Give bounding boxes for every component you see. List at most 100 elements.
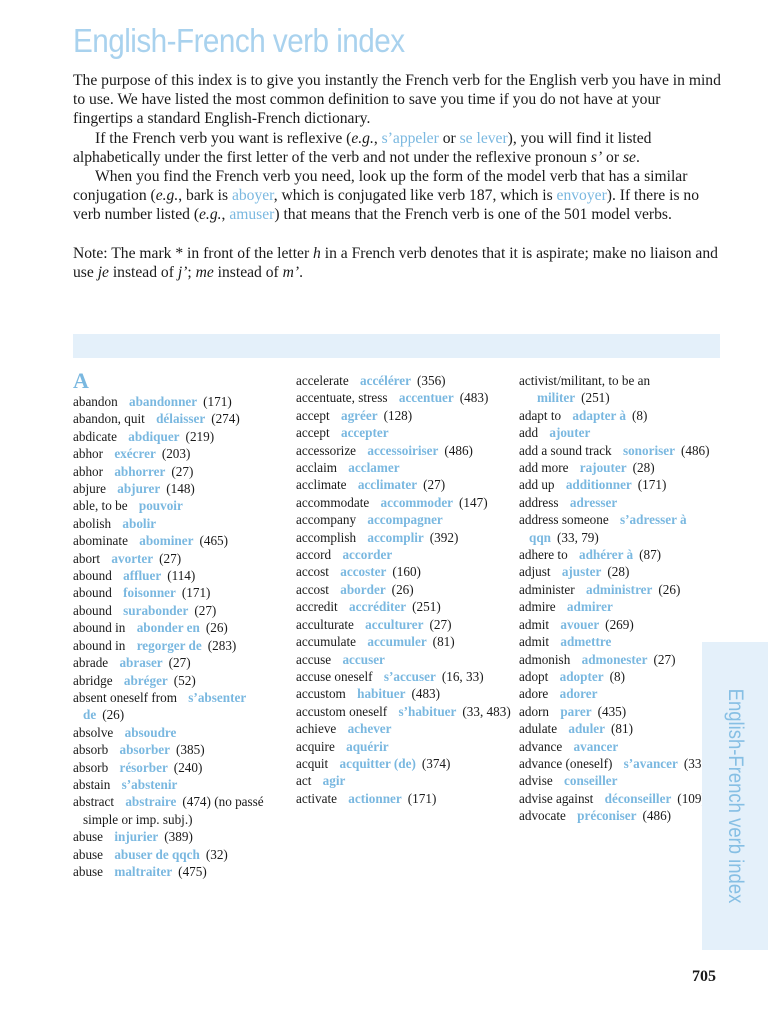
french-verb: abandonner [128,394,198,409]
index-entry: abound in abonder en (26) [73,619,288,636]
text: s’ [590,148,603,166]
english-verb: advance (oneself) [519,755,613,771]
french-verb: aborder [340,581,386,597]
english-verb: administer [519,581,575,597]
english-verb: abound [73,585,112,601]
english-verb: abound in [73,620,126,636]
french-verb: conseiller [564,773,618,789]
french-verb: affluer [123,568,162,584]
index-entry: achieve achever [296,720,511,737]
english-verb: accessorize [296,442,357,458]
french-verb: actionner [348,790,402,806]
index-entry: abhor exécrer (203) [73,445,288,462]
index-entry: accredit accréditer (251) [296,598,511,615]
intro-note: Note: The mark * in front of the letter … [73,244,723,282]
index-entry: adjust ajuster (28) [519,563,734,580]
model-verb-number: (28) [632,460,655,476]
french-verb: ajuster [561,564,602,580]
model-verb-number: (33, 483) [462,703,511,719]
french-verb: acclamer [348,460,400,476]
english-verb: accept [296,425,330,441]
french-verb: aquérir [346,738,389,754]
index-entry: acquit acquitter (de) (374) [296,755,511,772]
french-verb: abstraire [125,794,177,810]
index-column-1: A abandon abandonner (171) abandon, quit d… [73,369,288,880]
index-entry: absent oneself from s’absenter de (26) [73,689,288,724]
text: . [299,263,303,281]
text: me [195,263,214,281]
index-entry: acclaim acclamer [296,459,511,476]
index-entry: address adresser [519,494,734,511]
index-column-2: accelerate accélérer (356) accentuate, str… [296,372,511,807]
model-verb-number: (374) [421,755,451,771]
model-verb-number: (160) [392,564,421,580]
model-verb-number: (486) [642,808,672,824]
model-verb-number: (87) [639,547,662,563]
english-verb: achieve [296,721,337,737]
french-verb: accumuler [367,634,427,650]
model-verb-number: (27) [194,602,217,618]
english-verb: able, to be [73,498,128,514]
french-verb: injurier [114,829,159,845]
english-verb: abound [73,568,112,584]
french-verb: agréer [340,407,378,423]
model-verb-number: (16, 33) [441,668,484,684]
french-verb: acclimater [357,477,418,493]
model-verb-number: (251) [581,390,610,406]
index-entry: accomplish accomplir (392) [296,529,511,546]
index-entry: accept agréer (128) [296,407,511,424]
index-entry: absorb absorber (385) [73,741,288,758]
english-verb: adjust [519,564,551,580]
example-french-verb: s’appeler [381,129,439,147]
index-entry: accustom oneself s’habituer (33, 483) [296,703,511,720]
french-verb: maltraiter [114,863,173,879]
french-verb: aduler [568,721,606,737]
index-entry: able, to be pouvoir [73,497,288,514]
english-verb: accuse oneself [296,668,373,684]
english-verb: acculturate [296,616,354,632]
english-verb: abjure [73,481,106,497]
french-verb: additionner [565,477,632,493]
index-entry: accost accoster (160) [296,563,511,580]
french-verb: ajouter [549,425,591,441]
index-entry: accompany accompagner [296,511,511,528]
english-verb: accost [296,581,329,597]
english-verb: abuse [73,829,104,845]
french-verb: admirer [566,599,613,615]
english-verb: acclaim [296,460,337,476]
english-verb: abstain [73,776,111,792]
text: instead of [213,263,283,281]
french-verb: adapter à [572,407,627,423]
model-verb-number: (8) [609,668,625,684]
model-verb-number: (81) [432,634,455,650]
french-verb: admonester [581,651,648,667]
example-french-verb: envoyer [556,187,607,205]
english-verb: acclimate [296,477,347,493]
english-verb: add [519,425,539,441]
french-verb: abhorrer [114,463,166,479]
index-entry: accord accorder [296,546,511,563]
model-verb-number: (26) [102,707,125,723]
french-verb: absorber [119,742,171,758]
french-verb: acculturer [365,616,424,632]
index-entry: abuse abuser de qqch (32) [73,846,288,863]
index-entry: abridge abréger (52) [73,672,288,689]
text: ; [187,263,196,281]
english-verb: adore [519,686,549,702]
index-entry: acquire aquérir [296,738,511,755]
french-verb: accommoder [380,494,454,510]
english-verb: accommodate [296,494,370,510]
model-verb-number: (114) [167,568,196,584]
model-verb-number: (240) [173,759,203,775]
french-verb: accepter [340,425,389,441]
index-entry: accustom habituer (483) [296,685,511,702]
english-verb: absorb [73,759,109,775]
index-entry: accommodate accommoder (147) [296,494,511,511]
index-entry: accessorize accessoiriser (486) [296,442,511,459]
model-verb-number: (27) [159,550,182,566]
model-verb-number: (27) [429,616,452,632]
english-verb: admit [519,634,550,650]
english-verb: admonish [519,651,571,667]
index-entry: absolve absoudre [73,724,288,741]
index-entry: accentuate, stress accentuer (483) [296,389,511,406]
